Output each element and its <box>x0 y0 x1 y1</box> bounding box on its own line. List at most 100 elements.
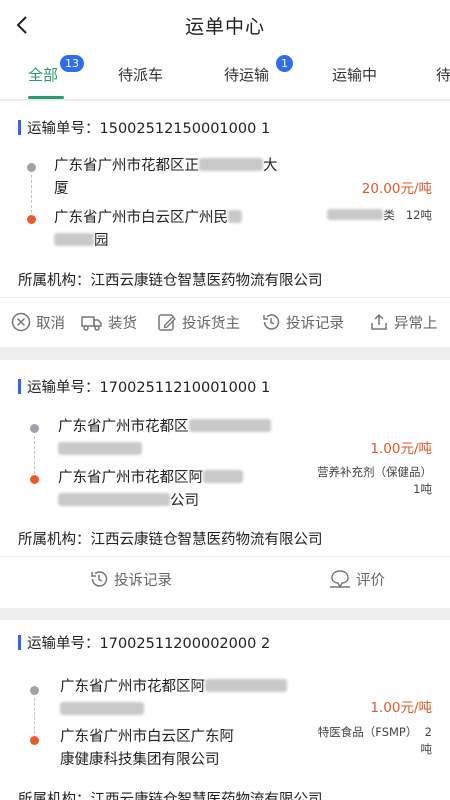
report-exception-button[interactable]: 异常上 <box>368 311 438 333</box>
redacted-text <box>58 442 142 455</box>
tab-all-badge: 13 <box>60 55 84 72</box>
org-name: 江西云康链仓智慧医药物流有限公司 <box>90 273 323 289</box>
goods-type: 类 <box>383 208 395 222</box>
org-label: 所属机构： <box>18 532 91 548</box>
destination-line1: 广东省广州市白云区广州民 <box>54 210 228 226</box>
goods-weight: 2 <box>424 725 432 739</box>
goods-info: 营养补充剂（保健品） 1吨 <box>317 464 432 498</box>
origin-dot <box>30 424 39 433</box>
order-card[interactable]: 运输单号：17002511200002000 2 广东省广州市花都区阿 1.00… <box>0 620 450 800</box>
organization: 所属机构：江西云康链仓智慧医药物流有限公司 <box>18 788 323 800</box>
organization: 所属机构：江西云康链仓智慧医药物流有限公司 <box>18 269 323 290</box>
destination-address: 广东省广州市花都区阿 公司 <box>58 467 243 513</box>
goods-weight: 1吨 <box>413 482 432 496</box>
complaint-record-button[interactable]: 投诉记录 <box>88 568 172 590</box>
redacted-text <box>188 419 271 432</box>
destination-dot <box>30 475 39 484</box>
destination-line1: 广东省广州市白云区广东阿 <box>60 729 234 745</box>
tab-pending-dispatch-label: 待派车 <box>118 66 164 84</box>
tab-in-transit[interactable]: 运输中 <box>332 64 377 85</box>
order-card[interactable]: 运输单号：17002511210001000 1 广东省广州市花都区 1.00元… <box>0 360 450 608</box>
origin-dot <box>30 686 39 695</box>
tab-more[interactable]: 待 <box>436 64 450 85</box>
origin-line1: 广东省广州市花都区阿 <box>60 679 205 695</box>
order-number-value: 17002511200002000 2 <box>99 636 271 652</box>
goods-type: 营养补充剂（保健品） <box>317 465 432 479</box>
complaint-record-button[interactable]: 投诉记录 <box>260 311 344 333</box>
tab-active-indicator <box>28 96 64 99</box>
redacted-text <box>54 233 94 246</box>
org-label: 所属机构： <box>18 273 91 289</box>
complain-shipper-label: 投诉货主 <box>182 315 240 332</box>
complaint-record-label: 投诉记录 <box>114 572 172 589</box>
top-bar: 运单中心 <box>0 0 450 50</box>
redacted-text <box>199 158 263 171</box>
tab-pending-dispatch[interactable]: 待派车 <box>118 64 163 85</box>
cancel-label: 取消 <box>36 315 65 332</box>
destination-line2: 公司 <box>170 493 199 509</box>
goods-weight-unit: 吨 <box>420 742 433 756</box>
order-number-label: 运输单号： <box>27 636 100 652</box>
report-exception-label: 异常上 <box>394 315 438 332</box>
head-bar <box>18 635 21 650</box>
origin-line1: 广东省广州市花都区 <box>58 419 189 435</box>
order-number: 运输单号：17002511210001000 1 <box>18 376 270 397</box>
order-price: 1.00元/吨 <box>370 441 432 457</box>
redacted-text <box>205 679 287 692</box>
order-number-value: 17002511210001000 1 <box>99 380 271 396</box>
divider <box>0 556 450 557</box>
org-label: 所属机构： <box>18 792 91 800</box>
redacted-text <box>58 493 170 506</box>
tab-in-transit-label: 运输中 <box>332 66 378 84</box>
order-number-value: 15002512150001000 1 <box>99 121 271 137</box>
org-name: 江西云康链仓智慧医药物流有限公司 <box>90 792 323 800</box>
destination-line2: 康健康科技集团有限公司 <box>60 752 220 768</box>
order-number-label: 运输单号： <box>27 121 100 137</box>
route-line <box>34 698 35 734</box>
goods-info: 特医食品（FSMP） 2 吨 <box>318 724 432 758</box>
order-number: 运输单号：15002512150001000 1 <box>18 117 270 138</box>
organization: 所属机构：江西云康链仓智慧医药物流有限公司 <box>18 528 323 549</box>
origin-address: 广东省广州市花都区阿 <box>60 676 287 722</box>
review-button[interactable]: 评价 <box>328 568 385 590</box>
goods-info: 类 12吨 <box>327 207 432 224</box>
tab-pending-transport[interactable]: 待运输 1 <box>224 55 293 85</box>
history-icon <box>91 571 108 587</box>
load-label: 装货 <box>108 315 137 332</box>
complaint-record-label: 投诉记录 <box>286 315 344 332</box>
tab-all[interactable]: 全部 13 <box>28 55 84 85</box>
load-button[interactable]: 装货 <box>80 311 137 333</box>
goods-weight: 12吨 <box>405 208 432 222</box>
org-name: 江西云康链仓智慧医药物流有限公司 <box>90 532 323 548</box>
destination-address: 广东省广州市白云区广东阿 康健康科技集团有限公司 <box>60 726 234 772</box>
edit-icon <box>158 314 176 331</box>
origin-dot <box>27 163 36 172</box>
tab-pending-transport-badge: 1 <box>276 55 293 72</box>
destination-address: 广东省广州市白云区广州民 园 <box>54 207 242 253</box>
review-icon <box>330 570 350 589</box>
order-number-label: 运输单号： <box>27 380 100 396</box>
origin-line2: 厦 <box>54 181 69 197</box>
complain-shipper-button[interactable]: 投诉货主 <box>156 311 240 333</box>
order-card[interactable]: 运输单号：15002512150001000 1 广东省广州市花都区正 大 厦 2… <box>0 101 450 347</box>
origin-address: 广东省广州市花都区正 大 厦 <box>54 155 278 201</box>
order-price: 20.00元/吨 <box>361 181 432 197</box>
redacted-text <box>60 702 144 715</box>
tab-more-label: 待 <box>436 66 450 84</box>
redacted-text <box>203 470 243 483</box>
origin-address: 广东省广州市花都区 <box>58 416 271 462</box>
history-icon <box>263 314 280 330</box>
upload-icon <box>371 313 387 330</box>
truck-icon <box>81 316 102 331</box>
head-bar <box>18 120 21 135</box>
order-price: 1.00元/吨 <box>370 700 432 716</box>
tab-pending-transport-label: 待运输 <box>224 66 270 84</box>
destination-line2: 园 <box>94 233 109 249</box>
destination-line1: 广东省广州市花都区阿 <box>58 470 203 486</box>
tab-all-label: 全部 <box>28 66 59 84</box>
goods-type: 特医食品（FSMP） <box>317 725 418 739</box>
page-title: 运单中心 <box>184 16 265 38</box>
cancel-button[interactable]: 取消 <box>10 311 65 333</box>
cancel-circle-icon <box>11 312 31 332</box>
redacted-text <box>228 210 242 223</box>
